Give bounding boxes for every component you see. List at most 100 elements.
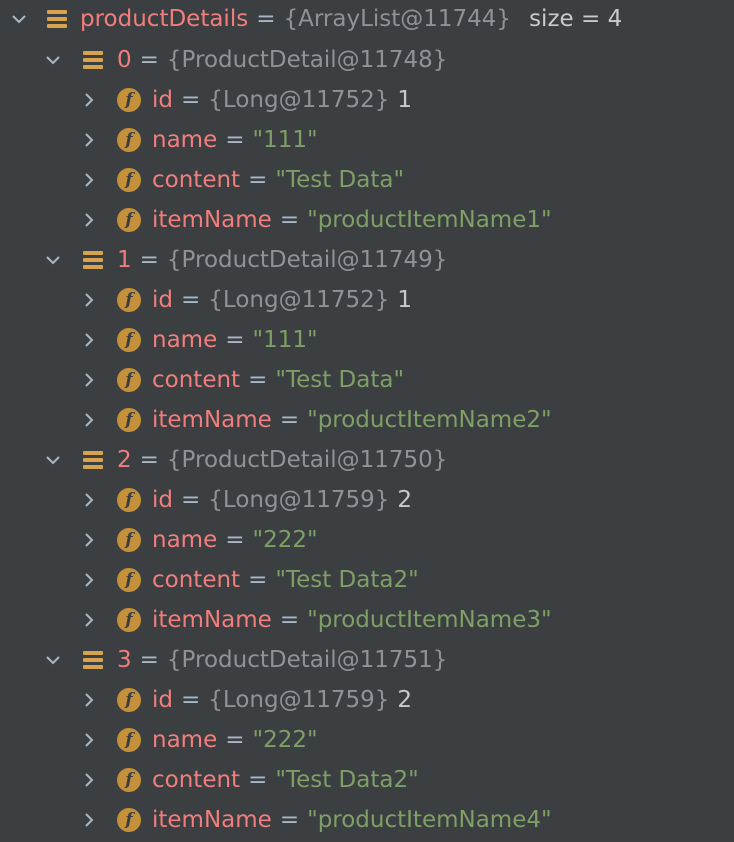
field-icon: f <box>117 168 141 192</box>
chevron-down-icon[interactable] <box>42 49 64 71</box>
chevron-down-icon[interactable] <box>42 249 64 271</box>
tree-row-text: content = "Test Data" <box>152 167 404 193</box>
equals-sign: = <box>225 127 245 153</box>
field-icon: f <box>117 128 141 152</box>
tree-row-field-itemName[interactable]: f itemName = "productItemName4" <box>0 800 734 840</box>
field-name: content <box>152 767 241 793</box>
tree-row-field-id[interactable]: f id = {Long@11759} 2 <box>0 480 734 520</box>
chevron-down-icon[interactable] <box>42 649 64 671</box>
field-icon: f <box>117 408 141 432</box>
field-name: content <box>152 567 241 593</box>
field-name: itemName <box>152 607 272 633</box>
field-icon: f <box>117 288 141 312</box>
tree-row-item[interactable]: 2 = {ProductDetail@11750} <box>0 440 734 480</box>
tree-row-text: itemName = "productItemName2" <box>152 407 552 433</box>
tree-row-text: content = "Test Data2" <box>152 767 419 793</box>
chevron-right-icon[interactable] <box>78 169 100 191</box>
tree-row-text: 3 = {ProductDetail@11751} <box>117 647 447 673</box>
tree-row-field-content[interactable]: f content = "Test Data2" <box>0 560 734 600</box>
list-icon <box>46 8 68 30</box>
tree-row-text: name = "222" <box>152 527 318 553</box>
chevron-right-icon[interactable] <box>78 689 100 711</box>
chevron-right-icon[interactable] <box>78 769 100 791</box>
chevron-right-icon[interactable] <box>78 569 100 591</box>
tree-row-field-itemName[interactable]: f itemName = "productItemName2" <box>0 400 734 440</box>
field-name: content <box>152 167 241 193</box>
chevron-right-icon[interactable] <box>78 529 100 551</box>
tree-row-text: content = "Test Data2" <box>152 567 419 593</box>
string-value: "productItemName3" <box>307 607 552 633</box>
chevron-right-icon[interactable] <box>78 209 100 231</box>
field-icon: f <box>117 768 141 792</box>
tree-row-field-itemName[interactable]: f itemName = "productItemName3" <box>0 600 734 640</box>
chevron-right-icon[interactable] <box>78 289 100 311</box>
field-icon: f <box>117 528 141 552</box>
equals-sign: = <box>248 567 268 593</box>
tree-row-field-name[interactable]: f name = "111" <box>0 320 734 360</box>
item-index: 0 <box>117 47 132 73</box>
chevron-right-icon[interactable] <box>78 369 100 391</box>
tree-row-field-name[interactable]: f name = "222" <box>0 520 734 560</box>
tree-row-field-content[interactable]: f content = "Test Data" <box>0 160 734 200</box>
field-icon: f <box>117 608 141 632</box>
chevron-down-icon[interactable] <box>8 8 30 30</box>
field-name: id <box>152 87 173 113</box>
tree-row-field-name[interactable]: f name = "222" <box>0 720 734 760</box>
string-value: "Test Data2" <box>275 767 419 793</box>
equals-sign: = <box>248 167 268 193</box>
equals-sign: = <box>225 527 245 553</box>
field-name: name <box>152 727 218 753</box>
field-value: 1 <box>397 287 413 313</box>
chevron-right-icon[interactable] <box>78 329 100 351</box>
type-label: {Long@11759} <box>208 687 390 713</box>
type-label: {ArrayList@11744} <box>283 6 512 32</box>
equals-sign: = <box>181 287 201 313</box>
equals-sign: = <box>139 47 159 73</box>
type-label: {Long@11759} <box>208 487 390 513</box>
field-value: 2 <box>397 487 413 513</box>
tree-row-field-id[interactable]: f id = {Long@11752} 1 <box>0 280 734 320</box>
field-icon: f <box>117 328 141 352</box>
tree-row-text: 0 = {ProductDetail@11748} <box>117 47 447 73</box>
chevron-right-icon[interactable] <box>78 729 100 751</box>
field-icon: f <box>117 728 141 752</box>
list-icon <box>82 49 104 71</box>
tree-row-field-itemName[interactable]: f itemName = "productItemName1" <box>0 200 734 240</box>
type-label: {ProductDetail@11749} <box>166 247 448 273</box>
tree-row-field-content[interactable]: f content = "Test Data2" <box>0 760 734 800</box>
string-value: "222" <box>252 727 318 753</box>
chevron-down-icon[interactable] <box>42 449 64 471</box>
tree-row-field-name[interactable]: f name = "111" <box>0 120 734 160</box>
list-icon <box>82 249 104 271</box>
chevron-right-icon[interactable] <box>78 129 100 151</box>
chevron-right-icon[interactable] <box>78 609 100 631</box>
tree-row-text: 2 = {ProductDetail@11750} <box>117 447 447 473</box>
equals-sign: = <box>248 367 268 393</box>
field-icon: f <box>117 488 141 512</box>
field-name: itemName <box>152 207 272 233</box>
tree-row-field-id[interactable]: f id = {Long@11752} 1 <box>0 80 734 120</box>
field-name: content <box>152 367 241 393</box>
string-value: "Test Data" <box>275 167 405 193</box>
tree-row-text: itemName = "productItemName1" <box>152 207 552 233</box>
tree-row-field-id[interactable]: f id = {Long@11759} 2 <box>0 680 734 720</box>
string-value: "productItemName4" <box>307 807 552 833</box>
chevron-right-icon[interactable] <box>78 809 100 831</box>
variables-tree: productDetails = {ArrayList@11744} size … <box>0 0 734 842</box>
chevron-right-icon[interactable] <box>78 89 100 111</box>
tree-row-text: name = "111" <box>152 327 318 353</box>
tree-row-root[interactable]: productDetails = {ArrayList@11744} size … <box>0 0 734 38</box>
tree-row-text: id = {Long@11759} 2 <box>152 687 412 713</box>
tree-row-item[interactable]: 1 = {ProductDetail@11749} <box>0 240 734 280</box>
chevron-right-icon[interactable] <box>78 409 100 431</box>
chevron-right-icon[interactable] <box>78 489 100 511</box>
tree-row-item[interactable]: 3 = {ProductDetail@11751} <box>0 640 734 680</box>
field-icon: f <box>117 808 141 832</box>
type-label: {Long@11752} <box>208 287 390 313</box>
tree-row-item[interactable]: 0 = {ProductDetail@11748} <box>0 40 734 80</box>
field-name: itemName <box>152 807 272 833</box>
tree-row-text: name = "222" <box>152 727 318 753</box>
field-icon: f <box>117 688 141 712</box>
tree-row-field-content[interactable]: f content = "Test Data" <box>0 360 734 400</box>
field-name: name <box>152 527 218 553</box>
